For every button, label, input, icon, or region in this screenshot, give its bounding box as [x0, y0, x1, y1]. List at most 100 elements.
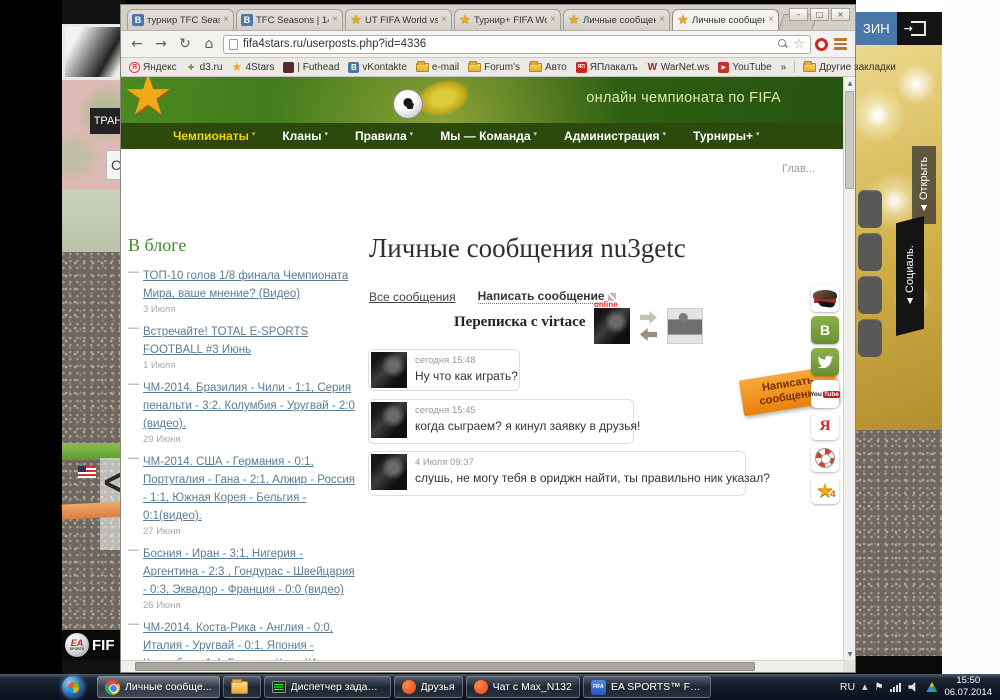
- taskbar-origin-chat-button[interactable]: Чат с Max_N132: [466, 676, 580, 698]
- taskbar-chrome-button[interactable]: Личные сообще...: [97, 676, 220, 698]
- tab-close-icon[interactable]: ×: [659, 15, 665, 25]
- nav-team[interactable]: Мы — Команда▾: [440, 129, 537, 143]
- tray-expand-icon[interactable]: ▲: [862, 683, 867, 691]
- blog-post-link[interactable]: Босния - Иран - 3:1, Нигерия - Аргентина…: [143, 548, 355, 596]
- social-vertical-tab[interactable]: ▲ Социаль.: [896, 216, 924, 336]
- horizontal-scrollbar[interactable]: [121, 660, 843, 672]
- 4stars-icon[interactable]: ★4: [811, 476, 839, 504]
- language-indicator[interactable]: RU: [840, 681, 855, 693]
- blog-post-link[interactable]: ЧМ-2014. Бразилия - Чили - 1:1, Серия пе…: [143, 382, 355, 430]
- blog-post-link[interactable]: ЧМ-2014. Коста-Рика - Англия - 0:0, Итал…: [143, 622, 348, 660]
- folder-icon: [468, 63, 481, 72]
- zoom-icon[interactable]: [778, 39, 788, 49]
- bookmark-youtube[interactable]: ▶YouTube: [718, 62, 771, 73]
- yandex-social-icon[interactable]: Я: [811, 412, 839, 440]
- explorer-folder-icon: [231, 681, 248, 694]
- home-button[interactable]: ⌂: [199, 36, 219, 52]
- virtace-avatar[interactable]: [594, 308, 630, 344]
- officer-cap-icon[interactable]: [811, 284, 839, 312]
- background-window-right: ЗИН → ▲ Открыть ▲ Социаль.: [856, 0, 942, 674]
- close-button[interactable]: ×: [831, 8, 850, 21]
- blog-post-date: 26 Июня: [143, 600, 360, 611]
- windows-flag-icon: [68, 682, 79, 693]
- bookmark-futhead[interactable]: | Futhead: [283, 62, 339, 73]
- blog-post: — Встречайте! TOTAL E-SPORTS FOOTBALL #3…: [128, 322, 360, 371]
- google-drive-icon[interactable]: [926, 682, 937, 692]
- reload-button[interactable]: ↻: [175, 36, 195, 52]
- bookmark-email[interactable]: e-mail: [416, 62, 459, 73]
- tab-close-icon[interactable]: ×: [332, 15, 338, 25]
- blog-title: В блоге: [128, 235, 360, 256]
- scroll-up-arrow[interactable]: ▲: [844, 77, 856, 89]
- scroll-down-arrow[interactable]: ▼: [844, 648, 856, 660]
- shop-menu-item[interactable]: ЗИН: [856, 12, 897, 45]
- own-avatar[interactable]: [667, 308, 703, 344]
- bookmark-forums[interactable]: Forum's: [468, 62, 520, 73]
- nav-administration[interactable]: Администрация▾: [564, 129, 666, 143]
- message-avatar[interactable]: [371, 402, 407, 438]
- blog-post-link[interactable]: ТОП-10 голов 1/8 финала Чемпионата Мира,…: [143, 270, 348, 300]
- lifebuoy-icon[interactable]: [811, 444, 839, 472]
- taskbar-origin-friends-button[interactable]: Друзья: [394, 676, 463, 698]
- breadcrumb[interactable]: Глав...: [782, 163, 815, 175]
- nav-championships[interactable]: Чемпионаты▾: [173, 129, 255, 143]
- action-center-flag-icon[interactable]: ⚑: [874, 682, 883, 693]
- taskbar-taskmanager-button[interactable]: Диспетчер задач ...: [264, 676, 391, 698]
- bookmark-yaplakal[interactable]: ЯПЯПлакалъ: [576, 62, 638, 73]
- vertical-scrollbar[interactable]: ▲ ▼: [843, 77, 855, 660]
- tab-3[interactable]: ★ UT FIFA World vs L ×: [345, 9, 452, 30]
- logout-icon[interactable]: →: [911, 21, 926, 36]
- taskbar-fifa-button[interactable]: FIFA EA SPORTS™ FIFA...: [583, 676, 711, 698]
- vertical-scroll-thumb[interactable]: [845, 91, 854, 189]
- forward-button[interactable]: →: [151, 36, 171, 52]
- tab-6-active[interactable]: ★ Личные сообщен ×: [672, 9, 779, 30]
- all-messages-link[interactable]: Все сообщения: [369, 290, 456, 304]
- bookmark-4stars[interactable]: ★4Stars: [231, 62, 274, 73]
- nav-tournaments[interactable]: Турниры+▾: [693, 129, 759, 143]
- blog-post-link[interactable]: Встречайте! TOTAL E-SPORTS FOOTBALL #3 И…: [143, 326, 308, 356]
- taskbar-explorer-button[interactable]: [223, 676, 261, 698]
- volume-icon[interactable]: [908, 682, 919, 692]
- other-bookmarks[interactable]: Другие закладки: [803, 62, 896, 73]
- network-icon[interactable]: [890, 683, 901, 692]
- message-avatar[interactable]: [371, 454, 407, 490]
- blog-post-date: 1 Июля: [143, 360, 360, 371]
- back-button[interactable]: ←: [127, 36, 147, 52]
- open-vertical-tab[interactable]: ▲ Открыть: [912, 146, 936, 224]
- bookmark-vkontakte[interactable]: BvKontakte: [348, 62, 406, 73]
- taskbar-clock[interactable]: 15:50 06.07.2014: [944, 675, 992, 699]
- tab-1[interactable]: B турнир TFC Seaso ×: [127, 9, 234, 30]
- tab-close-icon[interactable]: ×: [768, 15, 774, 25]
- bookmark-yandex[interactable]: ЯЯндекс: [129, 62, 177, 73]
- stadium-crowd-left: [62, 252, 126, 632]
- bookmark-warnet[interactable]: WWarNet.ws: [647, 62, 710, 73]
- write-message-link[interactable]: Написать сообщение: [478, 289, 605, 304]
- message-avatar[interactable]: [371, 352, 407, 388]
- extension-icon[interactable]: [815, 38, 828, 51]
- tab-4[interactable]: ★ Турнир+ FIFA Wo ×: [454, 9, 561, 30]
- tab-2[interactable]: B TFC Seasons | 146 ×: [236, 9, 343, 30]
- bookmark-auto[interactable]: Авто: [529, 62, 567, 73]
- bookmark-d3[interactable]: ✚d3.ru: [186, 62, 223, 73]
- browser-toolbar: ← → ↻ ⌂ ☆: [121, 30, 855, 58]
- tab-close-icon[interactable]: ×: [550, 15, 556, 25]
- nav-clans[interactable]: Кланы▾: [282, 129, 328, 143]
- url-input[interactable]: [243, 38, 773, 50]
- tab-close-icon[interactable]: ×: [223, 15, 229, 25]
- tab-close-icon[interactable]: ×: [441, 15, 447, 25]
- address-bar[interactable]: ☆: [223, 35, 811, 54]
- vk-social-icon[interactable]: B: [811, 316, 839, 344]
- maximize-button[interactable]: □: [810, 8, 829, 21]
- minimize-button[interactable]: –: [789, 8, 808, 21]
- tab-5[interactable]: ★ Личные сообщен ×: [563, 9, 670, 30]
- twitter-icon[interactable]: [811, 348, 839, 376]
- start-button[interactable]: [62, 676, 84, 698]
- nav-rules[interactable]: Правила▾: [355, 129, 413, 143]
- menu-icon[interactable]: [832, 38, 849, 50]
- youtube-social-icon[interactable]: YouTube: [811, 380, 839, 408]
- bookmarks-overflow-chevron[interactable]: »: [781, 62, 787, 73]
- blog-post-link[interactable]: ЧМ-2014. США - Германия - 0:1, Португали…: [143, 456, 355, 522]
- horizontal-scroll-thumb[interactable]: [135, 662, 755, 671]
- vk-favicon: B: [241, 14, 253, 26]
- bookmark-star-icon[interactable]: ☆: [793, 37, 805, 52]
